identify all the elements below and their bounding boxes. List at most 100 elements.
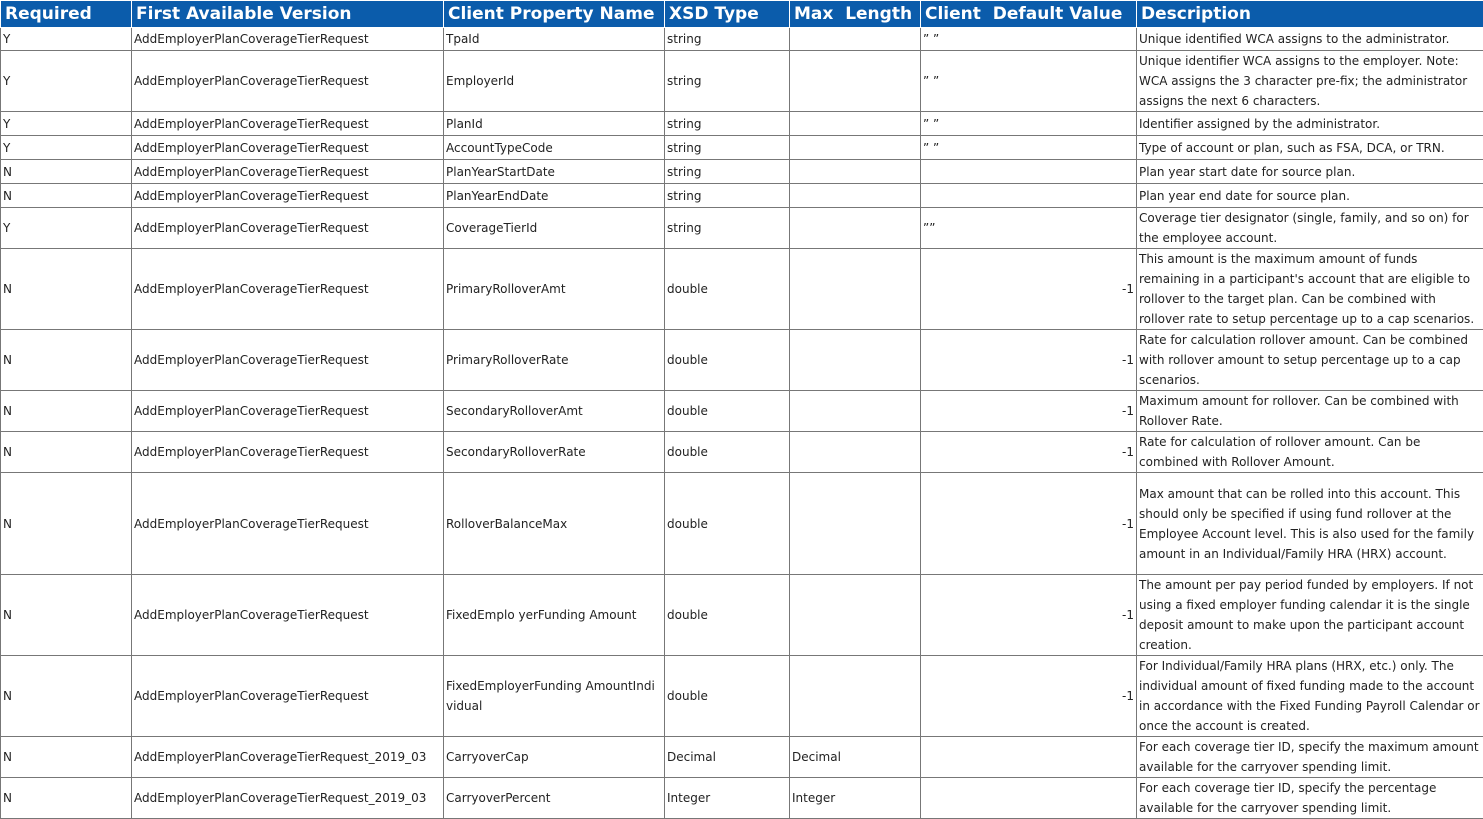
cell-first-available-version: AddEmployerPlanCoverageTierRequest [132, 391, 444, 432]
cell-required: N [1, 391, 132, 432]
cell-xsd-type: string [665, 28, 790, 51]
cell-client-default-value: -1 [921, 391, 1137, 432]
cell-required: Y [1, 28, 132, 51]
cell-required: Y [1, 208, 132, 249]
cell-description: For each coverage tier ID, specify the m… [1137, 737, 1483, 778]
table-row: NAddEmployerPlanCoverageTierRequest_2019… [1, 737, 1483, 778]
cell-description: Unique identifier WCA assigns to the emp… [1137, 51, 1483, 112]
cell-xsd-type: string [665, 112, 790, 136]
cell-client-default-value [921, 184, 1137, 208]
cell-first-available-version: AddEmployerPlanCoverageTierRequest [132, 136, 444, 160]
cell-first-available-version: AddEmployerPlanCoverageTierRequest [132, 184, 444, 208]
cell-client-property-name: CarryoverPercent [444, 778, 665, 819]
cell-client-property-name: FixedEmplo yerFunding Amount [444, 575, 665, 656]
table-row: YAddEmployerPlanCoverageTierRequestTpaId… [1, 28, 1483, 51]
cell-max-length: Integer [790, 778, 921, 819]
cell-required: N [1, 432, 132, 473]
table-row: YAddEmployerPlanCoverageTierRequestCover… [1, 208, 1483, 249]
cell-client-default-value: -1 [921, 575, 1137, 656]
cell-max-length [790, 575, 921, 656]
table-row: NAddEmployerPlanCoverageTierRequestFixed… [1, 656, 1483, 737]
cell-client-default-value: -1 [921, 473, 1137, 575]
cell-description: Plan year end date for source plan. [1137, 184, 1483, 208]
cell-description: Max amount that can be rolled into this … [1137, 473, 1483, 575]
cell-client-default-value [921, 737, 1137, 778]
table-row: NAddEmployerPlanCoverageTierRequestPlanY… [1, 184, 1483, 208]
cell-client-property-name: PrimaryRolloverRate [444, 330, 665, 391]
cell-client-property-name: RolloverBalanceMax [444, 473, 665, 575]
cell-required: N [1, 473, 132, 575]
cell-client-default-value: -1 [921, 432, 1137, 473]
header-first-available-version: First Available Version [132, 1, 444, 28]
cell-description: This amount is the maximum amount of fun… [1137, 249, 1483, 330]
cell-first-available-version: AddEmployerPlanCoverageTierRequest [132, 208, 444, 249]
cell-client-property-name: PrimaryRolloverAmt [444, 249, 665, 330]
cell-first-available-version: AddEmployerPlanCoverageTierRequest [132, 330, 444, 391]
cell-required: N [1, 737, 132, 778]
header-row: Required First Available Version Client … [1, 1, 1483, 28]
cell-description: Maximum amount for rollover. Can be comb… [1137, 391, 1483, 432]
cell-xsd-type: string [665, 51, 790, 112]
cell-client-default-value: ” ” [921, 28, 1137, 51]
cell-client-property-name: EmployerId [444, 51, 665, 112]
cell-client-property-name: TpaId [444, 28, 665, 51]
cell-description: Unique identified WCA assigns to the adm… [1137, 28, 1483, 51]
cell-max-length [790, 184, 921, 208]
cell-max-length [790, 51, 921, 112]
header-client-default-value: Client Default Value [921, 1, 1137, 28]
cell-first-available-version: AddEmployerPlanCoverageTierRequest [132, 656, 444, 737]
cell-first-available-version: AddEmployerPlanCoverageTierRequest_2019_… [132, 778, 444, 819]
cell-xsd-type: double [665, 249, 790, 330]
cell-description: Rate for calculation of rollover amount.… [1137, 432, 1483, 473]
cell-xsd-type: string [665, 160, 790, 184]
cell-client-default-value: -1 [921, 249, 1137, 330]
cell-required: N [1, 575, 132, 656]
cell-required: N [1, 330, 132, 391]
cell-max-length [790, 208, 921, 249]
cell-client-property-name: CoverageTierId [444, 208, 665, 249]
cell-first-available-version: AddEmployerPlanCoverageTierRequest [132, 112, 444, 136]
table-row: NAddEmployerPlanCoverageTierRequestPrima… [1, 249, 1483, 330]
cell-client-property-name: FixedEmployerFunding AmountIndi vidual [444, 656, 665, 737]
header-required: Required [1, 1, 132, 28]
table-row: YAddEmployerPlanCoverageTierRequestEmplo… [1, 51, 1483, 112]
table-row: YAddEmployerPlanCoverageTierRequestPlanI… [1, 112, 1483, 136]
table-row: NAddEmployerPlanCoverageTierRequestSecon… [1, 432, 1483, 473]
cell-first-available-version: AddEmployerPlanCoverageTierRequest [132, 432, 444, 473]
cell-first-available-version: AddEmployerPlanCoverageTierRequest [132, 249, 444, 330]
cell-xsd-type: double [665, 391, 790, 432]
cell-description: Type of account or plan, such as FSA, DC… [1137, 136, 1483, 160]
cell-max-length [790, 432, 921, 473]
table-row: NAddEmployerPlanCoverageTierRequestFixed… [1, 575, 1483, 656]
table-row: NAddEmployerPlanCoverageTierRequestPrima… [1, 330, 1483, 391]
cell-client-default-value [921, 778, 1137, 819]
cell-client-property-name: PlanYearEndDate [444, 184, 665, 208]
cell-first-available-version: AddEmployerPlanCoverageTierRequest [132, 160, 444, 184]
cell-first-available-version: AddEmployerPlanCoverageTierRequest [132, 473, 444, 575]
cell-max-length [790, 330, 921, 391]
cell-xsd-type: Integer [665, 778, 790, 819]
cell-client-property-name: SecondaryRolloverRate [444, 432, 665, 473]
cell-xsd-type: double [665, 330, 790, 391]
cell-max-length [790, 391, 921, 432]
cell-first-available-version: AddEmployerPlanCoverageTierRequest [132, 28, 444, 51]
cell-client-property-name: AccountTypeCode [444, 136, 665, 160]
cell-xsd-type: Decimal [665, 737, 790, 778]
coverage-tier-properties-table: Required First Available Version Client … [0, 0, 1483, 819]
cell-description: Identifier assigned by the administrator… [1137, 112, 1483, 136]
cell-description: Plan year start date for source plan. [1137, 160, 1483, 184]
cell-client-property-name: PlanId [444, 112, 665, 136]
header-xsd-type: XSD Type [665, 1, 790, 28]
cell-xsd-type: string [665, 136, 790, 160]
cell-required: N [1, 160, 132, 184]
cell-description: Coverage tier designator (single, family… [1137, 208, 1483, 249]
cell-xsd-type: double [665, 432, 790, 473]
table-row: NAddEmployerPlanCoverageTierRequestPlanY… [1, 160, 1483, 184]
cell-max-length [790, 28, 921, 51]
cell-max-length: Decimal [790, 737, 921, 778]
cell-client-property-name: CarryoverCap [444, 737, 665, 778]
cell-client-default-value [921, 160, 1137, 184]
cell-description: For each coverage tier ID, specify the p… [1137, 778, 1483, 819]
cell-client-default-value: -1 [921, 330, 1137, 391]
cell-max-length [790, 473, 921, 575]
